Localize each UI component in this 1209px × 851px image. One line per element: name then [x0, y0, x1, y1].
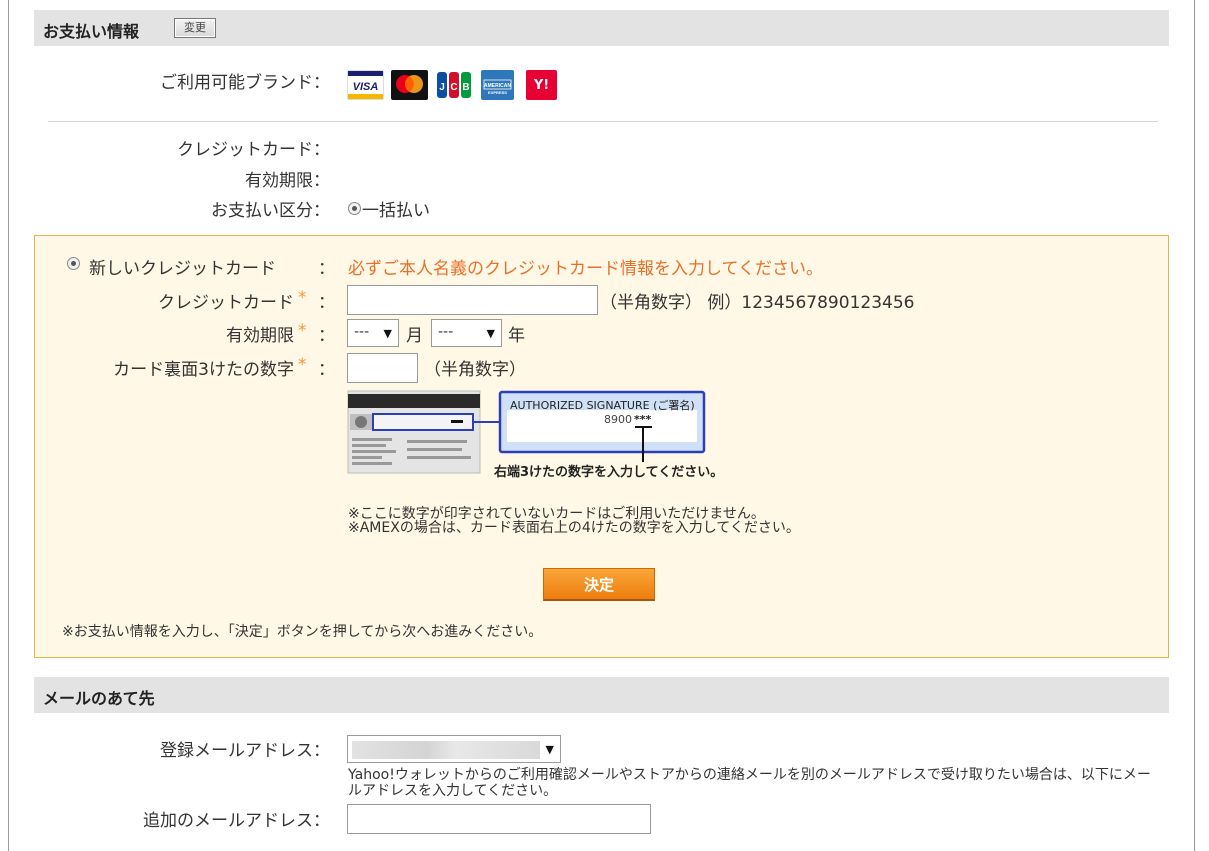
signature-number: 8900	[604, 413, 632, 426]
expiry-month-value: ---	[354, 324, 370, 340]
footer-note: ※お支払い情報を入力し、「決定」ボタンを押してから次へお進みください。	[62, 624, 543, 640]
svg-text:EXPRESS: EXPRESS	[488, 90, 507, 95]
mail-section-header: メールのあて先	[34, 677, 1169, 713]
svg-text:AMERICAN: AMERICAN	[484, 83, 511, 89]
expiry-month-select[interactable]: --- ▼	[347, 319, 399, 347]
card-number-input[interactable]	[347, 285, 598, 315]
registered-email-label: 登録メールアドレス：	[160, 741, 330, 761]
expiry-year-select[interactable]: --- ▼	[431, 319, 502, 347]
yahoo-card-icon: Y!	[526, 70, 557, 100]
brands-label: ご利用可能ブランド：	[160, 73, 330, 93]
svg-text:J: J	[439, 82, 445, 93]
colon: ：	[318, 326, 335, 346]
card-number-hint: （半角数字） 例）1234567890123456	[600, 293, 915, 313]
additional-email-label: 追加のメールアドレス：	[143, 811, 330, 831]
additional-email-input[interactable]	[347, 804, 651, 834]
note-amex: ※AMEXの場合は、カード表面右上の4けたの数字を入力してください。	[348, 520, 800, 536]
signature-title: AUTHORIZED SIGNATURE (ご署名)	[510, 399, 695, 412]
name-notice: 必ずご本人名義のクレジットカード情報を入力してください。	[348, 259, 823, 279]
card-number-label: クレジットカード	[158, 293, 294, 313]
required-mark: *	[298, 355, 307, 375]
registered-email-help: Yahoo!ウォレットからのご利用確認メールやストアからの連絡メールを別のメール…	[348, 767, 1151, 799]
chevron-down-icon: ▼	[545, 743, 554, 756]
new-card-radio[interactable]	[67, 257, 80, 270]
decide-button[interactable]: 決定	[543, 568, 655, 601]
svg-text:C: C	[450, 82, 457, 93]
credit-card-label: クレジットカード：	[177, 140, 330, 160]
visa-icon: VISA	[347, 70, 384, 100]
payment-section-header: お支払い情報 変更	[34, 10, 1169, 46]
amex-icon: AMERICAN EXPRESS	[481, 70, 514, 100]
payment-section-title: お支払い情報	[43, 22, 140, 41]
month-unit: 月	[406, 326, 423, 346]
expiry-label: 有効期限：	[245, 171, 330, 191]
svg-text:B: B	[462, 82, 469, 93]
jcb-icon: J C B	[436, 70, 472, 100]
mastercard-icon	[391, 70, 428, 100]
chevron-down-icon: ▼	[486, 327, 495, 340]
required-mark: *	[298, 288, 307, 308]
divider	[48, 121, 1158, 122]
cvv-input[interactable]	[347, 353, 418, 383]
masked-email-value	[352, 741, 540, 759]
expiry-input-label: 有効期限	[226, 326, 294, 346]
cvv-hint: （半角数字）	[424, 360, 526, 380]
signature-caption: 右端3けたの数字を入力してください。	[494, 465, 724, 480]
mail-section-title: メールのあて先	[43, 689, 155, 708]
payment-type-label: お支払い区分：	[211, 201, 330, 221]
required-mark: *	[298, 321, 307, 341]
svg-text:VISA: VISA	[353, 81, 379, 93]
cvv-label: カード裏面3けたの数字	[113, 360, 294, 380]
lump-sum-radio[interactable]	[348, 202, 361, 215]
new-card-option-label: 新しいクレジットカード	[89, 259, 276, 279]
year-unit: 年	[508, 326, 525, 346]
colon: ：	[318, 360, 335, 380]
expiry-year-value: ---	[438, 324, 454, 340]
chevron-down-icon: ▼	[383, 327, 392, 340]
card-back-illustration: AUTHORIZED SIGNATURE (ご署名) 8900 *** 右端3け…	[347, 390, 747, 485]
colon: ：	[318, 293, 335, 313]
registered-email-select[interactable]: ▼	[347, 735, 561, 763]
payment-type-value: 一括払い	[362, 201, 430, 221]
signature-stars: ***	[634, 413, 652, 426]
change-button[interactable]: 変更	[174, 18, 216, 38]
colon: ：	[318, 259, 335, 279]
